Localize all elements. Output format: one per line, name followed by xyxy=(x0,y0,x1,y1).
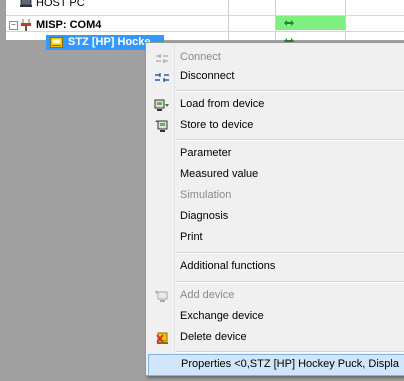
device-icon xyxy=(50,37,63,48)
disconnect-icon xyxy=(155,73,169,82)
context-menu: Connect Disconnect Load from device Stor… xyxy=(145,42,404,376)
menu-item-disconnect[interactable]: Disconnect xyxy=(148,66,404,88)
menu-separator xyxy=(176,281,404,283)
menu-item-exchange-device[interactable]: Exchange device xyxy=(148,306,404,328)
plug-icon xyxy=(21,19,31,31)
menu-item-label: Load from device xyxy=(180,98,265,110)
menu-item-load-from-device[interactable]: Load from device xyxy=(148,94,404,116)
tree-node-label: MISP: COM4 xyxy=(36,19,102,31)
menu-item-label: Additional functions xyxy=(180,260,276,272)
menu-item-additional-functions[interactable]: Additional functions xyxy=(148,256,404,278)
menu-item-label: Exchange device xyxy=(180,310,264,322)
menu-item-label: Simulation xyxy=(180,189,232,201)
menu-item-delete-device[interactable]: Delete device xyxy=(148,327,404,349)
menu-separator xyxy=(176,252,404,254)
application-window: HOST PC − MISP: COM4 STZ [HP] Hocke Conn… xyxy=(0,0,404,381)
menu-item-parameter[interactable]: Parameter xyxy=(148,143,404,165)
connection-status-icon xyxy=(284,20,294,26)
menu-item-print[interactable]: Print xyxy=(148,227,404,249)
menu-item-label: Properties <0,STZ [HP] Hockey Puck, Disp… xyxy=(181,358,399,370)
add-device-icon xyxy=(155,290,168,302)
load-from-device-icon xyxy=(154,99,169,111)
tree-node-label: STZ [HP] Hocke xyxy=(68,36,151,48)
menu-item-diagnosis[interactable]: Diagnosis xyxy=(148,206,404,228)
menu-item-label: Measured value xyxy=(180,168,259,180)
computer-icon xyxy=(20,0,32,7)
menu-item-label: Parameter xyxy=(180,147,232,159)
menu-item-add-device[interactable]: Add device xyxy=(148,285,404,307)
collapse-icon[interactable]: − xyxy=(9,21,18,30)
store-to-device-icon xyxy=(155,120,168,132)
menu-separator xyxy=(176,351,404,353)
menu-item-label: Delete device xyxy=(180,331,247,343)
menu-item-label: Add device xyxy=(180,289,235,301)
menu-item-label: Disconnect xyxy=(180,70,235,82)
menu-separator xyxy=(176,139,404,141)
menu-item-label: Store to device xyxy=(180,119,254,131)
tree-node-host-pc[interactable]: HOST PC xyxy=(6,0,404,10)
tree-node-label: HOST PC xyxy=(36,0,85,9)
menu-item-measured-value[interactable]: Measured value xyxy=(148,164,404,186)
menu-item-label: Diagnosis xyxy=(180,210,229,222)
menu-item-simulation[interactable]: Simulation xyxy=(148,185,404,207)
menu-item-label: Print xyxy=(180,231,203,243)
delete-device-icon xyxy=(156,332,168,344)
menu-item-properties[interactable]: Properties <0,STZ [HP] Hockey Puck, Disp… xyxy=(148,354,404,376)
menu-item-store-to-device[interactable]: Store to device xyxy=(148,115,404,137)
connect-icon xyxy=(156,54,168,63)
menu-item-label: Connect xyxy=(180,51,221,63)
menu-separator xyxy=(176,90,404,92)
